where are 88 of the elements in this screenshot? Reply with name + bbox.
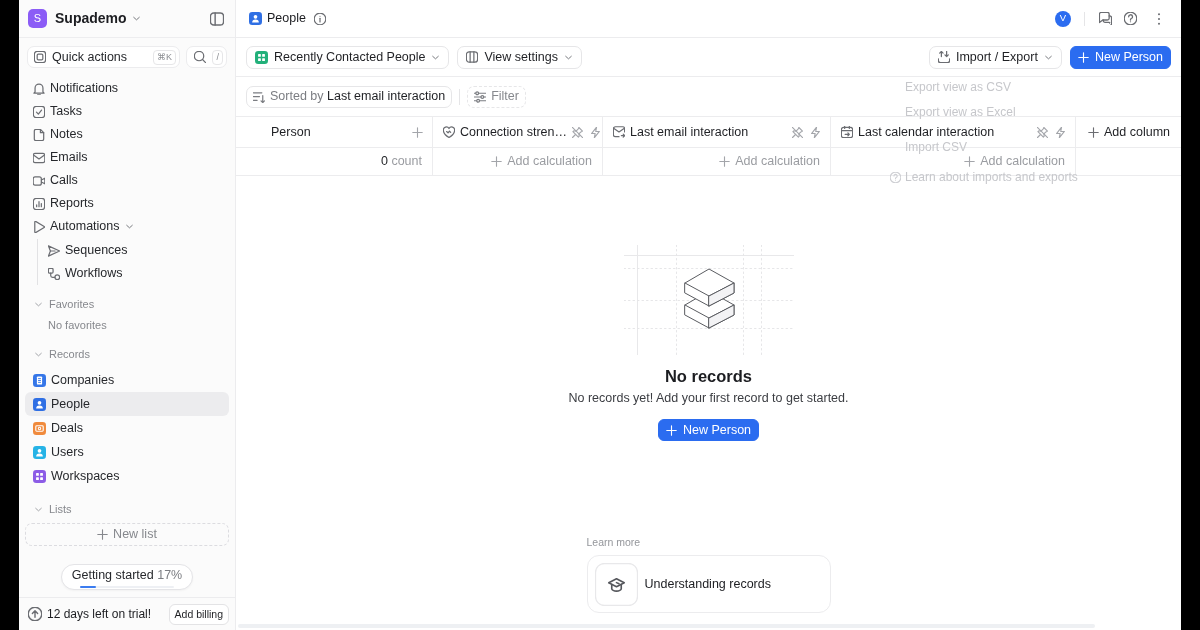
trial-notice: 12 days left on trial! bbox=[47, 606, 152, 623]
calendar-icon bbox=[841, 126, 853, 138]
section-header[interactable]: Records bbox=[25, 343, 229, 365]
pin-slash-icon[interactable] bbox=[792, 126, 803, 138]
envelope-icon bbox=[33, 151, 45, 164]
add-column-button[interactable]: Add column bbox=[1076, 117, 1181, 147]
arrow-up-circle-icon bbox=[28, 607, 42, 621]
column-header[interactable]: Connection stren… bbox=[433, 117, 603, 147]
chat-icon[interactable] bbox=[1099, 12, 1112, 25]
page-title: People bbox=[267, 10, 306, 28]
sidebar-item[interactable]: Notifications bbox=[25, 77, 229, 100]
sidebar-item[interactable]: Reports bbox=[25, 192, 229, 215]
sort-icon bbox=[253, 90, 265, 103]
pin-slash-icon[interactable] bbox=[1037, 126, 1048, 138]
workspace-switcher[interactable]: S Supademo bbox=[28, 8, 141, 29]
lightning-icon[interactable] bbox=[810, 126, 821, 138]
search-button[interactable]: / bbox=[186, 46, 227, 68]
section-header[interactable]: Favorites bbox=[25, 293, 229, 315]
sidebar-item[interactable]: Notes bbox=[25, 123, 229, 146]
empty-state-title: No records bbox=[664, 366, 753, 386]
learn-more-card[interactable]: Understanding records bbox=[586, 555, 831, 613]
shortcut-key: ⌘K bbox=[153, 49, 176, 65]
sidebar-item[interactable]: Automations bbox=[25, 215, 229, 238]
user-avatar[interactable]: V bbox=[1055, 10, 1071, 27]
sort-button[interactable]: Sorted by Last email interaction bbox=[246, 85, 453, 108]
column-header[interactable]: Last email interaction bbox=[603, 117, 831, 147]
columns-icon bbox=[466, 51, 479, 63]
shortcut-key: / bbox=[212, 49, 223, 65]
pin-slash-icon[interactable] bbox=[572, 126, 583, 138]
empty-text: No favorites bbox=[47, 318, 108, 333]
sidebar-item[interactable]: Workflows bbox=[38, 262, 229, 285]
sidebar-item[interactable]: People bbox=[25, 392, 229, 416]
new-person-button[interactable]: New Person bbox=[1069, 45, 1171, 69]
search-icon bbox=[194, 51, 206, 63]
video-camera-icon bbox=[33, 174, 45, 187]
sliders-icon bbox=[474, 90, 487, 103]
import-export-button[interactable]: Import / Export bbox=[928, 45, 1062, 69]
calculation-cell: 0 count bbox=[236, 148, 433, 175]
getting-started-button[interactable]: Getting started 17% bbox=[60, 564, 194, 590]
workspace-logo: S bbox=[28, 9, 47, 28]
graduation-cap-icon bbox=[594, 562, 638, 606]
bell-icon bbox=[33, 82, 45, 95]
column-header[interactable]: Person bbox=[236, 117, 433, 147]
lightning-icon[interactable] bbox=[1055, 126, 1066, 138]
view-selector-button[interactable]: Recently Contacted People bbox=[246, 45, 450, 69]
play-icon bbox=[33, 220, 45, 233]
filter-button[interactable]: Filter bbox=[467, 85, 526, 108]
heart-icon bbox=[443, 126, 455, 138]
sidebar-item[interactable]: Companies bbox=[25, 368, 229, 392]
plus-icon bbox=[719, 156, 731, 167]
quick-actions-button[interactable]: Quick actions ⌘K bbox=[27, 46, 180, 68]
grid-icon bbox=[255, 50, 268, 64]
lightning-icon[interactable] bbox=[590, 126, 601, 138]
checkbox-icon bbox=[33, 105, 45, 118]
import-export-icon bbox=[937, 51, 950, 63]
help-icon bbox=[890, 171, 901, 183]
plus-icon[interactable] bbox=[412, 126, 423, 138]
person-icon bbox=[249, 12, 262, 25]
caret-icon bbox=[131, 14, 141, 23]
info-icon[interactable] bbox=[313, 12, 326, 25]
empty-state-text: No records yet! Add your first record to get started. bbox=[568, 390, 849, 406]
document-icon bbox=[33, 128, 45, 141]
sidebar-item[interactable]: Tasks bbox=[25, 100, 229, 123]
add-billing-button[interactable]: Add billing bbox=[168, 603, 229, 625]
envelope-icon bbox=[613, 126, 625, 138]
paper-plane-icon bbox=[48, 244, 60, 257]
keycap-icon bbox=[34, 51, 46, 63]
plus-icon bbox=[665, 424, 677, 436]
new-person-button[interactable]: New Person bbox=[657, 419, 760, 441]
workflow-icon bbox=[48, 267, 60, 280]
new-list-button[interactable]: New list bbox=[25, 523, 229, 546]
sidebar-item[interactable]: Emails bbox=[25, 146, 229, 169]
sidebar-item[interactable]: Users bbox=[25, 440, 229, 464]
plus-icon bbox=[97, 529, 109, 540]
help-icon[interactable] bbox=[1124, 12, 1137, 25]
sidebar-item[interactable]: Sequences bbox=[38, 239, 229, 262]
sidebar-toggle-icon[interactable] bbox=[210, 11, 224, 26]
section-label: Learn more bbox=[586, 535, 642, 549]
sidebar-item[interactable]: Workspaces bbox=[25, 464, 229, 488]
view-settings-button[interactable]: View settings bbox=[457, 45, 582, 69]
plus-icon bbox=[1088, 126, 1099, 138]
plus-icon bbox=[964, 156, 976, 167]
plus-icon bbox=[1077, 51, 1089, 63]
plus-icon bbox=[491, 156, 503, 167]
sidebar-item[interactable]: Calls bbox=[25, 169, 229, 192]
sidebar-item[interactable]: Deals bbox=[25, 416, 229, 440]
bar-chart-icon bbox=[33, 197, 45, 210]
section-header[interactable]: Lists bbox=[25, 498, 229, 520]
